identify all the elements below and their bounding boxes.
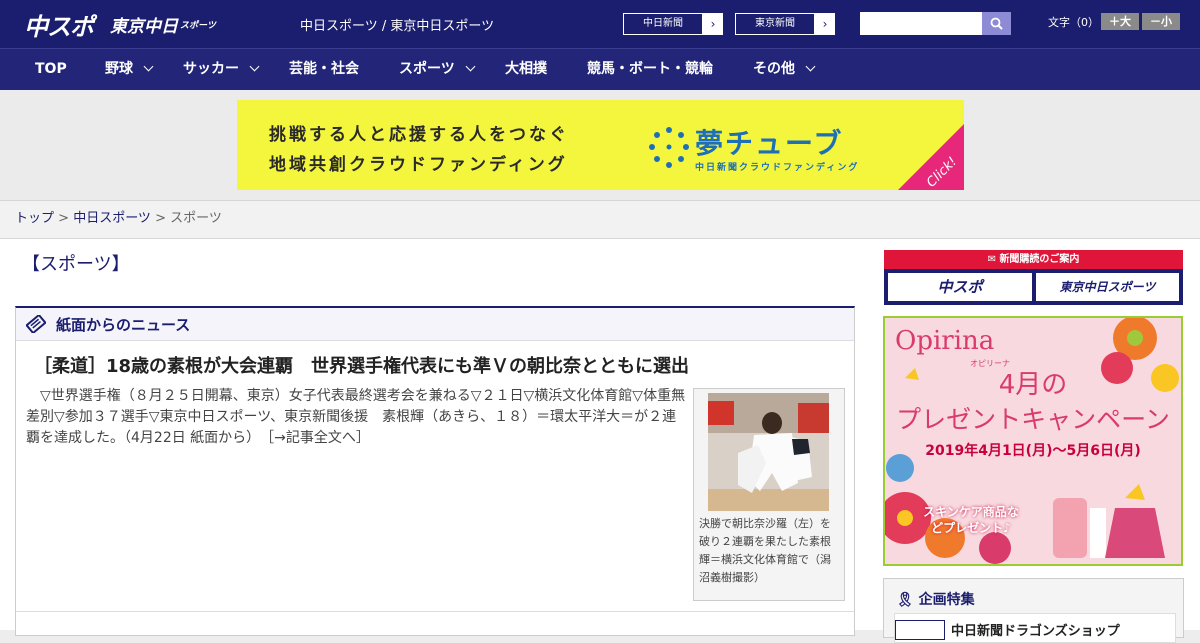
nav-item-top[interactable]: TOP (35, 49, 67, 91)
subscribe-tokyo-button[interactable]: 東京中日スポーツ (1036, 273, 1179, 301)
chevron-down-icon (465, 61, 476, 72)
nav-item-baseball[interactable]: 野球 (105, 49, 154, 91)
tokyo-chunichi-logo[interactable]: 東京中日 スポーツ (110, 8, 216, 40)
chevron-right-icon: › (822, 17, 828, 31)
divider (16, 611, 854, 612)
news-box-header: 紙面からのニュース (16, 308, 854, 341)
judo-photo-image (708, 393, 829, 511)
breadcrumb-current: スポーツ (170, 211, 222, 226)
opirina-logo: Opirina (895, 326, 995, 356)
font-size-label: 文字（0） (1048, 16, 1099, 29)
subscription-box: ✉ 新聞購読のご案内 中スポ 東京中日スポーツ (884, 250, 1183, 305)
article-photo-box: 決勝で朝比奈沙羅（左）を破り２連覇を果たした素根輝＝横浜文化体育館で（潟沼義樹撮… (693, 388, 845, 601)
tokyo-logo-text: 東京中日 (110, 16, 178, 37)
dots-icon (649, 127, 689, 168)
chuspo-logo[interactable]: 中スポ (24, 8, 94, 41)
dragons-shop-link[interactable]: 中日新聞ドラゴンズショップ (894, 613, 1176, 643)
chunichi-shimbun-link[interactable]: 中日新聞 › (622, 12, 724, 36)
breadcrumb-home[interactable]: トップ (15, 211, 54, 226)
font-size-small-button[interactable]: －小 (1142, 13, 1180, 30)
nav-item-sports[interactable]: スポーツ (399, 49, 476, 91)
breadcrumb-parent[interactable]: 中日スポーツ (73, 211, 151, 226)
main-nav: TOP 野球 サッカー 芸能・社会 スポーツ 大相撲 競馬・ボート・競輪 その他 (0, 48, 1200, 90)
chevron-down-icon (249, 61, 260, 72)
site-title: 中日スポーツ / 東京中日スポーツ (300, 19, 495, 34)
search-button[interactable] (982, 12, 1011, 35)
banner-brand: 夢チューブ (695, 127, 844, 160)
nav-item-sumo[interactable]: 大相撲 (505, 49, 547, 91)
judo-photo[interactable] (708, 393, 829, 511)
subscription-title: 新聞購読のご案内 (999, 254, 1080, 265)
news-box: 紙面からのニュース ［柔道］18歳の素根が大会連覇 世界選手権代表にも準Ｖの朝比… (15, 306, 855, 636)
tokyo-shimbun-link[interactable]: 東京新聞 › (734, 12, 836, 36)
page-title: 【スポーツ】 (22, 254, 130, 275)
breadcrumb-separator: > (54, 211, 74, 226)
top-header: 中スポ 東京中日 スポーツ 中日スポーツ / 東京中日スポーツ 中日新聞 › 東京… (0, 0, 1200, 48)
banner-text: 挑戦する人と応援する人をつなぐ 地域共創クラウドファンディング (269, 120, 569, 180)
tokyo-logo-small: スポーツ (180, 20, 216, 31)
nav-label: 芸能・社会 (289, 61, 359, 77)
special-feature-title: 企画特集 (918, 592, 975, 608)
banner-area: 挑戦する人と応援する人をつなぐ 地域共創クラウドファンディング 夢チューブ 中日… (0, 90, 1200, 201)
ribbon-icon: 🎗 (896, 592, 914, 608)
opirina-ad[interactable]: Opirina オピリーナ 4月の プレゼントキャンペーン 2019年4月1日(… (883, 316, 1183, 566)
nav-label: サッカー (183, 61, 239, 77)
ad-line-4: スキンケア商品などプレゼント♪ (923, 505, 1019, 535)
chevron-down-icon (143, 61, 154, 72)
font-size-large-button[interactable]: ＋大 (1101, 13, 1139, 30)
news-box-title: 紙面からのニュース (56, 315, 191, 334)
banner-line-1: 挑戦する人と応援する人をつなぐ (269, 125, 569, 145)
chevron-down-icon (805, 61, 816, 72)
banner-brand-sub: 中日新聞クラウドファンディング (695, 163, 860, 173)
special-feature-box: 🎗 企画特集 中日新聞ドラゴンズショップ (883, 578, 1184, 643)
ad-line-1: 4月の (998, 370, 1068, 400)
breadcrumb: トップ > 中日スポーツ > スポーツ (0, 201, 1200, 239)
nav-label: スポーツ (399, 61, 455, 77)
special-feature-header: 🎗 企画特集 (896, 589, 975, 609)
nav-label: 大相撲 (505, 61, 547, 77)
dragons-shop-thumbnail (895, 620, 945, 640)
nav-label: 野球 (105, 61, 133, 77)
search-input[interactable] (860, 12, 982, 35)
envelope-icon: ✉ (987, 254, 996, 265)
nav-item-entertainment[interactable]: 芸能・社会 (289, 49, 359, 91)
nav-item-racing[interactable]: 競馬・ボート・競輪 (587, 49, 713, 91)
nav-label: 競馬・ボート・競輪 (587, 61, 713, 77)
breadcrumb-separator: > (150, 211, 171, 226)
subscribe-chuspo-button[interactable]: 中スポ (888, 273, 1032, 301)
newspaper-icon (26, 315, 46, 333)
article-headline[interactable]: ［柔道］18歳の素根が大会連覇 世界選手権代表にも準Ｖの朝比奈とともに選出 (34, 352, 689, 378)
crowdfunding-banner[interactable]: 挑戦する人と応援する人をつなぐ 地域共創クラウドファンディング 夢チューブ 中日… (237, 100, 964, 190)
ad-line-2: プレゼントキャンペーン (896, 405, 1170, 434)
search-icon (990, 17, 1003, 30)
nav-label: TOP (35, 61, 67, 77)
nav-label: その他 (753, 61, 795, 77)
photo-caption: 決勝で朝比奈沙羅（左）を破り２連覇を果たした素根輝＝横浜文化体育館で（潟沼義樹撮… (699, 517, 831, 584)
article-summary: ▽世界選手権（８月２５日開幕、東京）女子代表最終選考会を兼ねる▽２１日▽横浜文化… (26, 386, 688, 449)
paper-link-label: 東京新聞 (735, 13, 815, 35)
nav-item-soccer[interactable]: サッカー (183, 49, 260, 91)
nav-item-other[interactable]: その他 (753, 49, 816, 91)
subscription-header: ✉ 新聞購読のご案内 (884, 250, 1183, 269)
read-more-link[interactable]: ［→記事全文へ］ (267, 430, 370, 446)
paper-link-label: 中日新聞 (623, 13, 703, 35)
banner-line-2: 地域共創クラウドファンディング (269, 155, 568, 175)
ad-line-3: 2019年4月1日(月)～5月6日(月) (925, 443, 1141, 459)
chevron-right-icon: › (710, 17, 716, 31)
